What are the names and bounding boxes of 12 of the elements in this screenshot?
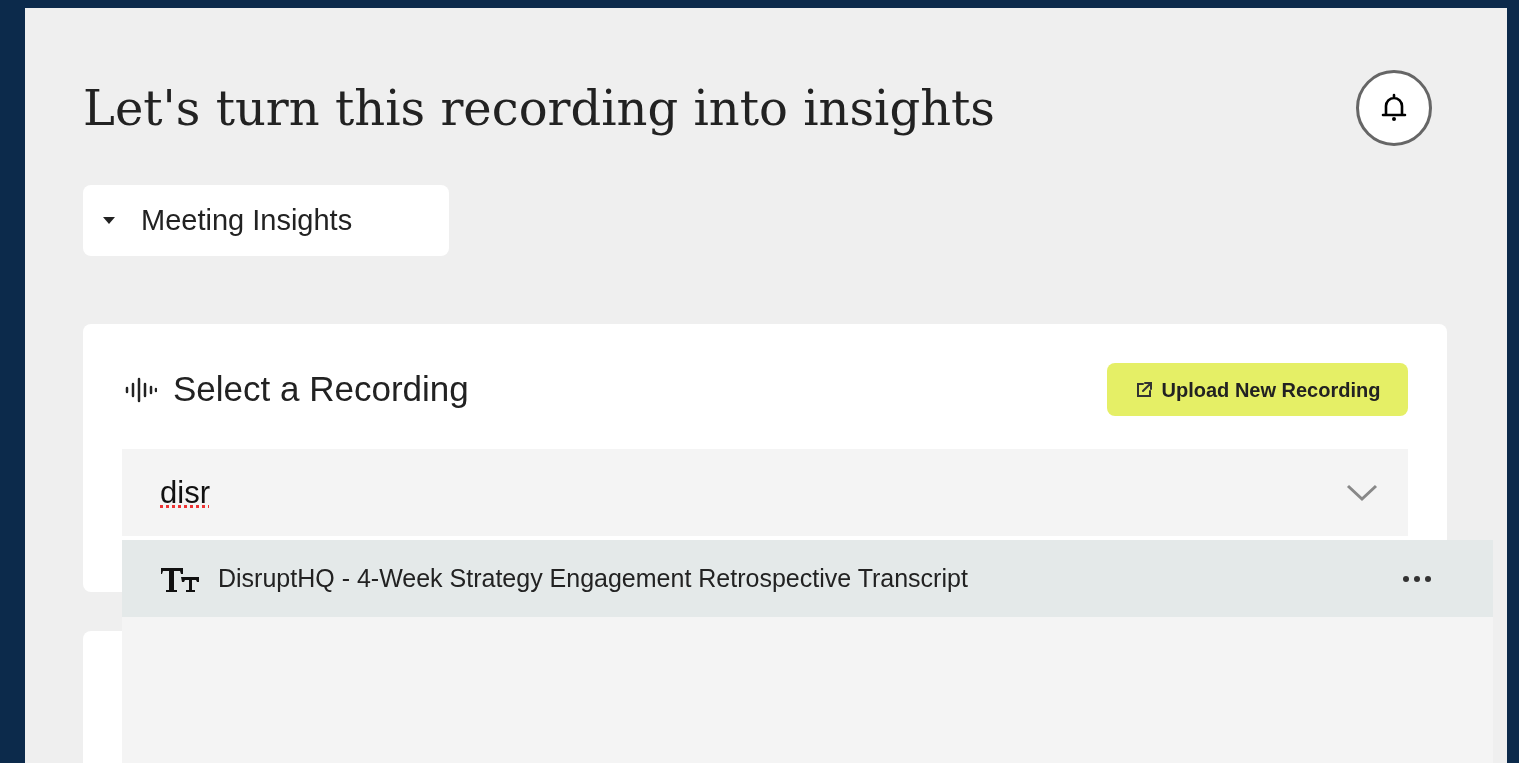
waveform-icon <box>125 376 157 403</box>
external-link-icon <box>1134 380 1153 399</box>
search-field[interactable]: disr <box>122 449 1408 536</box>
template-dropdown[interactable]: Meeting Insights <box>83 185 449 256</box>
caret-icon <box>103 217 115 224</box>
option-label: DisruptHQ - 4-Week Strategy Engagement Retrospective Transcript <box>218 562 969 594</box>
chevron-down-icon <box>1346 484 1378 502</box>
dropdown-option[interactable]: DisruptHQ - 4-Week Strategy Engagement Retrospective Transcript <box>122 540 1493 617</box>
more-icon[interactable] <box>1403 575 1431 582</box>
bell-icon <box>1380 93 1408 123</box>
upload-button[interactable]: Upload New Recording <box>1107 363 1408 416</box>
section-title: Select a Recording <box>173 368 469 411</box>
